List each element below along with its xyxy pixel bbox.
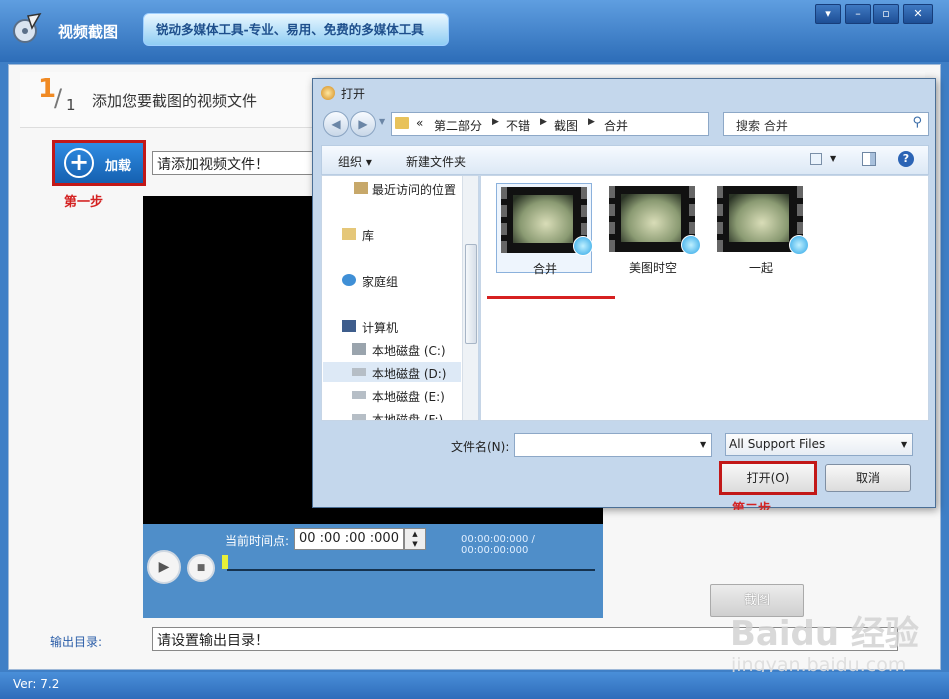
breadcrumb-item[interactable]: 第二部分 [434,117,482,134]
video-file-input[interactable]: 请添加视频文件！ [152,151,322,175]
stop-button[interactable]: ■ [187,554,215,582]
open-file-dialog: 打开 ◀ ▶ ▼ « 第二部分 ▶ 不错 ▶ 截图 ▶ 合并 ▼ ⇆ 搜索 合并… [312,78,936,508]
file-item[interactable]: 美图时空 [605,183,701,275]
play-button[interactable]: ▶ [147,550,181,584]
breadcrumb-item[interactable]: 截图 [554,117,578,134]
step2-annotation: 第二步 [732,502,772,510]
menu-dropdown-button[interactable]: ▾ [815,4,841,24]
file-name: 合并 [532,262,557,276]
nav-item-computer[interactable]: 计算机 [362,319,398,336]
video-badge-icon [573,236,593,256]
time-spinner[interactable]: ▲ ▼ [404,528,426,550]
nav-scrollbar[interactable] [462,176,478,420]
file-name: 一起 [748,261,773,275]
add-file-button[interactable]: + 加载 [52,140,146,186]
dialog-app-icon [321,86,335,100]
nav-item-drive-e[interactable]: 本地磁盘 (E:) [372,388,445,405]
step-total: 1 [66,96,76,114]
organize-menu[interactable]: 组织 ▾ [338,153,372,170]
current-time-input[interactable]: 00 :00 :00 :000 [294,528,404,550]
navigation-pane: 最近访问的位置 库 家庭组 计算机 本地磁盘 (C:) 本地磁盘 (D:) 本地… [321,175,479,421]
status-bar: Ver: 7.2 [0,672,949,699]
current-time-label: 当前时间点: [225,534,290,548]
search-input[interactable]: 搜索 合并 ⚲ [723,112,929,136]
search-icon[interactable]: ⚲ [912,115,922,130]
breadcrumb-item[interactable]: 合并 [604,117,628,134]
chevron-right-icon: ▶ [540,117,547,127]
app-slogan: 锐动多媒体工具-专业、易用、免费的多媒体工具 [143,13,449,46]
chevron-down-icon[interactable]: ▼ [901,440,907,449]
file-item[interactable]: 一起 [713,183,809,275]
duration-display: 00:00:00:000 / 00:00:00:000 [461,534,535,556]
drive-icon [352,368,366,376]
nav-item-homegroup[interactable]: 家庭组 [362,273,398,290]
cancel-button[interactable]: 取消 [825,464,911,492]
back-icon[interactable]: ◀ [323,111,349,137]
library-icon [342,228,356,240]
plus-icon: + [64,148,94,178]
nav-item-recent[interactable]: 最近访问的位置 [372,181,456,198]
filename-input[interactable] [514,433,712,457]
open-button[interactable]: 打开(O) [719,461,817,495]
nav-item-drive-f[interactable]: 本地磁盘 (F:) [372,411,443,420]
filename-label: 文件名(N): [451,440,510,454]
output-dir-label: 输出目录: [50,635,103,649]
annotation-underline [487,296,615,299]
breadcrumb-item[interactable]: 不错 [506,117,530,134]
chevron-right-icon: ▶ [588,117,595,127]
minimize-button[interactable]: – [845,4,871,24]
homegroup-icon [342,274,356,286]
nav-item-library[interactable]: 库 [362,227,374,244]
drive-c-icon [352,343,366,355]
breadcrumb-overflow[interactable]: « [416,116,423,130]
maximize-button[interactable]: ▫ [873,4,899,24]
step-title: 添加您要截图的视频文件 [92,92,258,110]
dialog-toolbar: 组织 ▾ 新建文件夹 ▼ ? [321,145,929,175]
search-placeholder: 搜索 合并 [736,119,788,133]
seek-track[interactable] [227,569,595,571]
app-title: 视频截图 [58,23,119,41]
view-dropdown-icon[interactable]: ▼ [830,154,836,163]
nav-item-drive-d[interactable]: 本地磁盘 (D:) [372,365,446,382]
breadcrumb[interactable]: « 第二部分 ▶ 不错 ▶ 截图 ▶ 合并 ▼ ⇆ [391,112,790,136]
player-controls: ▶ ■ 当前时间点: 00 :00 :00 :000 ▲ ▼ 00:00:00:0… [143,524,603,618]
watermark-logo: Baidu 经验 [730,614,919,654]
nav-scroll-thumb[interactable] [465,244,477,344]
file-name: 美图时空 [628,261,677,275]
help-icon[interactable]: ? [898,151,914,167]
forward-icon[interactable]: ▶ [350,111,376,137]
chevron-right-icon: ▶ [492,117,499,127]
video-badge-icon [789,235,809,255]
drive-icon [352,391,366,399]
view-icon[interactable] [810,153,822,165]
folder-icon [395,117,409,129]
recent-places-icon [354,182,368,194]
new-folder-button[interactable]: 新建文件夹 [406,153,466,170]
dialog-title: 打开 [341,87,366,101]
app-logo-icon [13,13,42,43]
seek-handle[interactable] [222,555,228,569]
step-slash: / [54,84,63,112]
drive-icon [352,414,366,420]
video-badge-icon [681,235,701,255]
preview-pane-icon[interactable] [862,152,876,166]
filetype-select[interactable]: All Support Files [725,433,913,456]
add-file-label: 加载 [105,159,132,174]
chevron-down-icon[interactable]: ▼ [700,440,706,449]
computer-icon [342,320,356,332]
nav-item-drive-c[interactable]: 本地磁盘 (C:) [372,342,446,359]
version-label: Ver: 7.2 [13,677,60,691]
close-button[interactable]: ✕ [903,4,933,24]
app-titlebar: 视频截图 锐动多媒体工具-专业、易用、免费的多媒体工具 ▾ – ▫ ✕ [0,0,949,62]
file-item[interactable]: 合并 [496,183,593,276]
step1-annotation: 第一步 [64,195,104,210]
history-dropdown-icon[interactable]: ▼ [379,117,385,126]
